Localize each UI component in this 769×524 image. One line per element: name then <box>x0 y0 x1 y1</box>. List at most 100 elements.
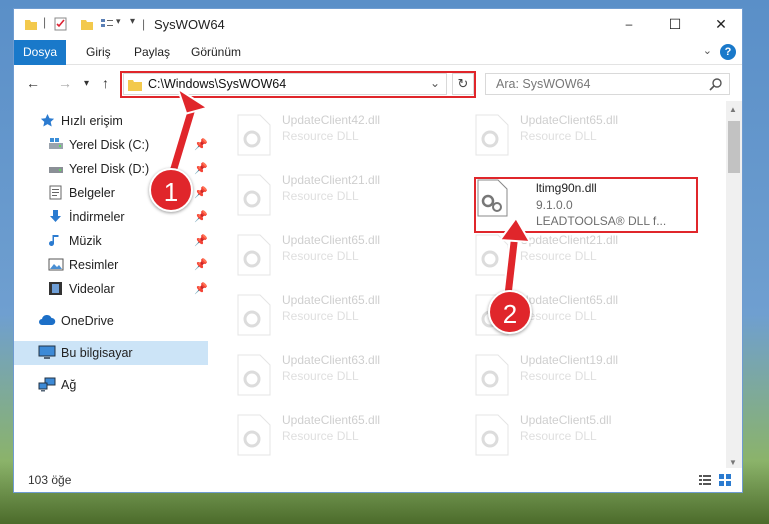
sidebar-item-label: Videolar <box>69 282 115 296</box>
dll-file-icon <box>237 294 271 336</box>
file-item[interactable]: UpdateClient5.dll Resource DLL <box>450 405 670 457</box>
file-name: UpdateClient65.dll <box>520 293 619 307</box>
videos-icon <box>49 282 62 295</box>
file-name: UpdateClient21.dll <box>520 233 619 247</box>
recent-locations-button[interactable]: ▾ <box>84 78 89 89</box>
file-type: Resource DLL <box>520 429 597 443</box>
tab-share[interactable]: Paylaş <box>134 40 170 64</box>
search-icon[interactable] <box>709 77 723 91</box>
music-icon <box>49 235 59 246</box>
search-input[interactable]: Ara: SysWOW64 <box>485 73 730 95</box>
dll-file-icon <box>237 174 271 216</box>
search-placeholder: Ara: SysWOW64 <box>496 77 591 91</box>
details-view-icon[interactable] <box>698 473 712 487</box>
minimize-button[interactable]: – <box>606 9 652 39</box>
file-item[interactable]: UpdateClient65.dll Resource DLL <box>212 405 432 457</box>
sidebar-item-label: Yerel Disk (C:) <box>69 138 150 152</box>
expand-ribbon-icon[interactable]: ⌄ <box>703 44 712 57</box>
pin-icon[interactable]: 📌 <box>194 210 208 223</box>
file-type: Resource DLL <box>520 129 597 143</box>
file-name: UpdateClient42.dll <box>282 113 381 127</box>
dll-file-icon <box>237 114 271 156</box>
file-type: Resource DLL <box>282 129 359 143</box>
star-icon <box>40 114 55 127</box>
sidebar-item-pictures[interactable]: Resimler 📌 <box>14 253 208 277</box>
sidebar-item-network[interactable]: Ağ <box>14 373 208 397</box>
pin-icon[interactable]: 📌 <box>194 186 208 199</box>
status-bar: 103 öğe <box>14 468 742 492</box>
close-button[interactable]: ✕ <box>698 9 742 39</box>
sidebar-item-onedrive[interactable]: OneDrive <box>14 309 208 333</box>
file-type: Resource DLL <box>282 369 359 383</box>
drive-icon <box>49 138 63 149</box>
explorer-window: | ▾ ▾ | SysWOW64 – ☐ ✕ Dosya Giriş Payla… <box>13 8 743 493</box>
scroll-up-icon[interactable]: ▲ <box>729 105 737 114</box>
sidebar-item-label: İndirmeler <box>69 210 125 224</box>
dll-file-icon <box>475 354 509 396</box>
file-item[interactable]: UpdateClient63.dll Resource DLL <box>212 345 432 397</box>
file-list: UpdateClient42.dll Resource DLL UpdateCl… <box>212 101 724 471</box>
sidebar-item-label: Hızlı erişim <box>61 114 123 128</box>
file-item[interactable]: UpdateClient65.dll Resource DLL <box>450 285 670 337</box>
computer-icon <box>38 345 56 359</box>
navigation-bar: ← → ▾ ↑ C:\Windows\SysWOW64 ⌄ ↻ Ara: Sys… <box>14 65 742 101</box>
dll-file-icon <box>475 114 509 156</box>
dll-file-icon <box>237 234 271 276</box>
sidebar-item-music[interactable]: Müzik 📌 <box>14 229 208 253</box>
qa-dropdown-icon[interactable]: ▾ <box>116 16 121 27</box>
scrollbar-thumb[interactable] <box>728 121 740 173</box>
file-item[interactable]: UpdateClient65.dll Resource DLL <box>450 105 670 157</box>
properties-icon[interactable] <box>54 17 68 31</box>
back-button[interactable]: ← <box>26 75 40 91</box>
file-type: Resource DLL <box>282 249 359 263</box>
up-button[interactable]: ↑ <box>102 75 109 91</box>
file-name: UpdateClient65.dll <box>282 293 381 307</box>
sidebar-item-this-pc[interactable]: Bu bilgisayar <box>14 341 208 365</box>
sidebar-item-local-disk-c[interactable]: Yerel Disk (C:) 📌 <box>14 133 208 157</box>
dll-file-icon <box>475 234 509 276</box>
file-name: UpdateClient65.dll <box>282 233 381 247</box>
file-item[interactable]: UpdateClient65.dll Resource DLL <box>212 225 432 277</box>
new-folder-icon[interactable] <box>80 17 94 31</box>
pin-icon[interactable]: 📌 <box>194 258 208 271</box>
file-item[interactable]: UpdateClient19.dll Resource DLL <box>450 345 670 397</box>
maximize-button[interactable]: ☐ <box>652 9 698 39</box>
scroll-down-icon[interactable]: ▼ <box>729 458 737 467</box>
sidebar-item-videos[interactable]: Videolar 📌 <box>14 277 208 301</box>
folder-icon <box>25 20 37 30</box>
pin-icon[interactable]: 📌 <box>194 162 208 175</box>
file-type: Resource DLL <box>282 189 359 203</box>
file-name: UpdateClient5.dll <box>520 413 612 427</box>
pin-icon[interactable]: 📌 <box>194 282 208 295</box>
sidebar-item-label: OneDrive <box>61 314 114 328</box>
dll-file-icon <box>475 414 509 456</box>
window-title: SysWOW64 <box>154 17 225 32</box>
cloud-icon <box>39 314 56 325</box>
file-item[interactable]: UpdateClient65.dll Resource DLL <box>212 285 432 337</box>
file-name: UpdateClient63.dll <box>282 353 381 367</box>
view-icon[interactable] <box>100 17 114 31</box>
drive-icon <box>49 167 63 173</box>
large-icons-view-icon[interactable] <box>718 473 732 487</box>
tab-home[interactable]: Giriş <box>86 40 111 64</box>
pin-icon[interactable]: 📌 <box>194 234 208 247</box>
file-name: UpdateClient65.dll <box>282 413 381 427</box>
file-name: UpdateClient21.dll <box>282 173 381 187</box>
pictures-icon <box>48 258 64 271</box>
sidebar-item-label: Bu bilgisayar <box>61 346 133 360</box>
forward-button[interactable]: → <box>58 75 72 91</box>
help-icon[interactable]: ? <box>720 44 736 60</box>
navigation-pane: Hızlı erişim Yerel Disk (C:) 📌 Yerel Dis… <box>14 107 210 467</box>
sidebar-item-label: Belgeler <box>69 186 115 200</box>
file-type: Resource DLL <box>282 429 359 443</box>
vertical-scrollbar[interactable]: ▲ ▼ <box>726 101 742 471</box>
sidebar-item-label: Ağ <box>61 378 77 392</box>
customize-qa-icon[interactable]: ▾ <box>130 16 135 27</box>
tab-view[interactable]: Görünüm <box>191 40 241 64</box>
sidebar-item-label: Resimler <box>69 258 119 272</box>
file-item[interactable]: UpdateClient21.dll Resource DLL <box>212 165 432 217</box>
sidebar-item-quick-access[interactable]: Hızlı erişim <box>14 109 208 133</box>
file-type: Resource DLL <box>520 369 597 383</box>
pin-icon[interactable]: 📌 <box>194 138 208 151</box>
file-item[interactable]: UpdateClient42.dll Resource DLL <box>212 105 432 157</box>
